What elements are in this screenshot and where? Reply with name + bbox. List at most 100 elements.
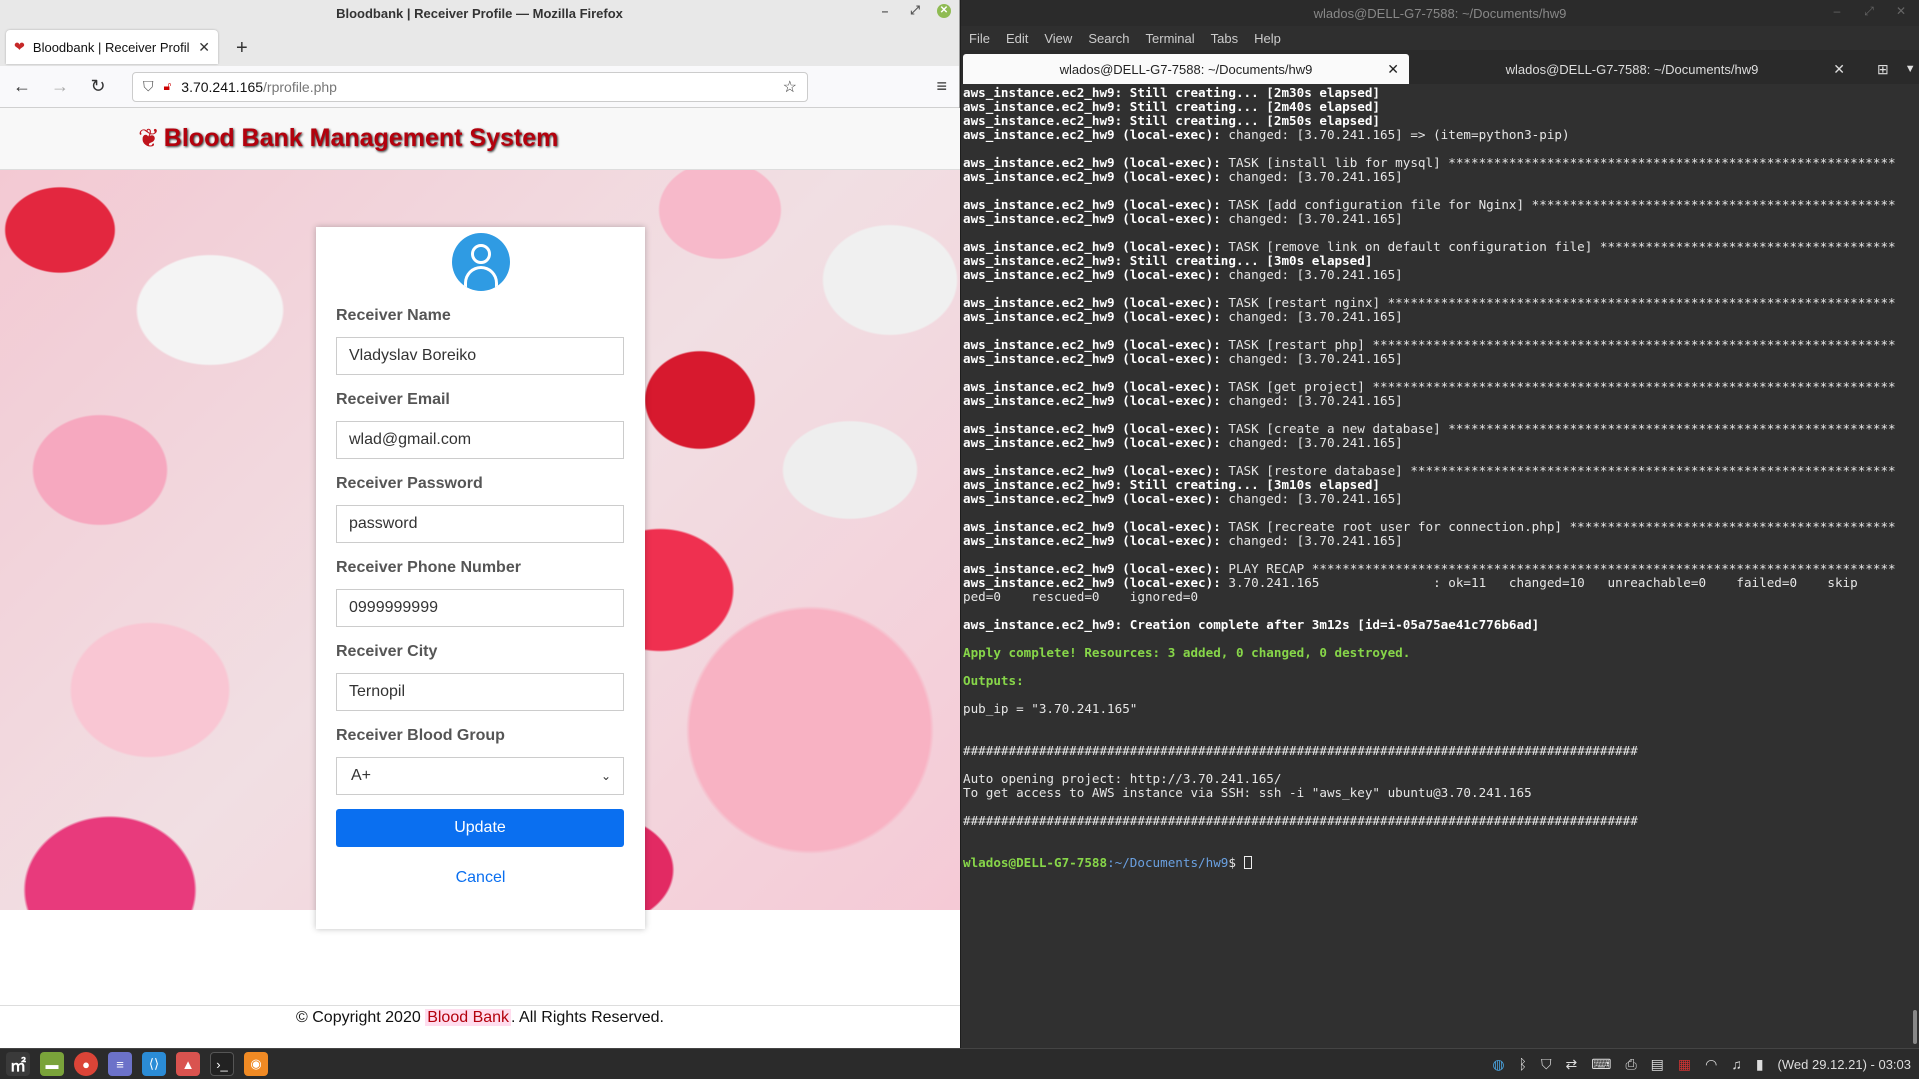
wifi-icon[interactable]: ◠ [1705, 1056, 1717, 1073]
bluetooth-icon[interactable]: ᛒ [1519, 1056, 1527, 1072]
vscode-icon[interactable]: ⟨⟩ [142, 1052, 166, 1076]
terminal-line-text: changed: [3.70.241.165] [1220, 309, 1403, 324]
receiver-password-input[interactable]: password [336, 505, 624, 543]
new-tab-icon[interactable]: + [236, 37, 248, 60]
terminal-tab-label: wlados@DELL-G7-7588: ~/Documents/hw9 [1505, 61, 1759, 77]
files-icon[interactable]: ▬ [40, 1052, 64, 1076]
terminal-line-bold: aws_instance.ec2_hw9: Creation complete … [963, 617, 1540, 632]
receiver-blood-group-label: Receiver Blood Group [336, 727, 505, 744]
notes-icon[interactable]: ≡ [108, 1052, 132, 1076]
receiver-email-input[interactable]: wlad@gmail.com [336, 421, 624, 459]
browser-tab[interactable]: ❤ Bloodbank | Receiver Profile ✕ [6, 30, 218, 64]
close-window-icon[interactable]: ✕ [1893, 4, 1909, 19]
receiver-name-input[interactable]: Vladyslav Boreiko [336, 337, 624, 375]
vpn-icon[interactable]: ⇄ [1565, 1056, 1577, 1073]
favicon-heart-icon: ❤ [14, 39, 25, 54]
copyright-brand-link[interactable]: Blood Bank [425, 1009, 512, 1026]
terminal-line-text: TASK [recreate root user for connection.… [1220, 519, 1896, 534]
minimize-icon[interactable]: – [877, 4, 893, 18]
update-manager-icon[interactable]: ◍ [1492, 1056, 1504, 1073]
terminal-line-text: TASK [create a new database] ***********… [1220, 421, 1896, 436]
terminal-line: aws_instance.ec2_hw9 (local-exec): chang… [963, 310, 1919, 324]
terminal-line-bold: aws_instance.ec2_hw9 (local-exec): [963, 561, 1221, 576]
terminal-line-text: TASK [get project] *********************… [1220, 379, 1896, 394]
terminal-line: aws_instance.ec2_hw9: Still creating... … [963, 114, 1919, 128]
mint-menu-icon[interactable]: ㎡ [6, 1052, 30, 1076]
tab-close-icon[interactable]: ✕ [1387, 61, 1399, 78]
terminal-line-text: 3.70.241.165 : ok=11 changed=10 unreacha… [1220, 575, 1858, 590]
site-header: ❦ Blood Bank Management System [0, 108, 960, 170]
terminal-icon[interactable]: ›_ [210, 1052, 234, 1076]
menu-terminal[interactable]: Terminal [1146, 31, 1195, 46]
terminal-window-title: wlados@DELL-G7-7588: ~/Documents/hw9 [1313, 5, 1567, 21]
terminal-output[interactable]: aws_instance.ec2_hw9: Still creating... … [961, 86, 1919, 1048]
terminal-scrollbar[interactable] [1913, 1010, 1917, 1044]
bookmark-star-icon[interactable]: ☆ [783, 77, 797, 97]
receiver-city-input[interactable]: Ternopil [336, 673, 624, 711]
insecure-lock-icon[interactable]: 🔓︎ [164, 79, 172, 94]
cancel-link[interactable]: Cancel [336, 869, 625, 887]
back-icon[interactable]: ← [12, 76, 32, 97]
receiver-blood-group-select[interactable]: A+ ⌄ [336, 757, 624, 795]
printer-icon[interactable]: ⎙ [1625, 1056, 1636, 1073]
maximize-icon[interactable]: ⤢ [1861, 4, 1877, 19]
firefox-tabbar: ❤ Bloodbank | Receiver Profile ✕ + [0, 26, 959, 66]
receiver-city-label: Receiver City [336, 643, 438, 660]
site-title[interactable]: Blood Bank Management System [164, 124, 559, 153]
terminal-line-bold: aws_instance.ec2_hw9 (local-exec): [963, 351, 1221, 366]
terminal-line-bold: aws_instance.ec2_hw9: Still creating... … [963, 477, 1381, 492]
hamburger-menu-icon[interactable]: ≡ [936, 76, 947, 97]
shield-tray-icon[interactable]: ⛉ [1541, 1056, 1552, 1073]
forward-icon[interactable]: → [50, 76, 70, 97]
tab-close-icon[interactable]: ✕ [1833, 61, 1845, 78]
menu-view[interactable]: View [1044, 31, 1072, 46]
url-bar[interactable]: ⛉ 🔓︎ 3.70.241.165/rprofile.php ☆ [132, 71, 808, 102]
reload-icon[interactable]: ↻ [88, 76, 108, 97]
battery-icon[interactable]: ▮ [1756, 1056, 1764, 1073]
terminal-line-text: changed: [3.70.241.165] [1220, 169, 1403, 184]
menu-edit[interactable]: Edit [1006, 31, 1028, 46]
terminal-line: aws_instance.ec2_hw9 (local-exec): chang… [963, 268, 1919, 282]
terminal-tab-1[interactable]: wlados@DELL-G7-7588: ~/Documents/hw9 ✕ [963, 54, 1409, 84]
terminal-line: ########################################… [963, 814, 1919, 828]
new-tab-icon[interactable]: ⊞ [1877, 61, 1889, 78]
terminal-tab-2[interactable]: wlados@DELL-G7-7588: ~/Documents/hw9 ✕ [1409, 54, 1855, 84]
maximize-icon[interactable]: ⤢ [907, 3, 923, 18]
tabs-menu-chevron-icon[interactable]: ▼ [1905, 63, 1916, 75]
menu-file[interactable]: File [969, 31, 990, 46]
receiver-email-label: Receiver Email [336, 391, 450, 408]
terminal-prompt[interactable]: wlados@DELL-G7-7588:~/Documents/hw9$ [963, 856, 1919, 870]
prompt-symbol: $ [1228, 855, 1244, 870]
close-window-icon[interactable]: ✕ [937, 3, 951, 18]
terminal-line: aws_instance.ec2_hw9 (local-exec): chang… [963, 492, 1919, 506]
minimize-icon[interactable]: – [1829, 4, 1845, 19]
menu-help[interactable]: Help [1254, 31, 1281, 46]
update-button[interactable]: Update [336, 809, 624, 847]
terminal-line: aws_instance.ec2_hw9: Still creating... … [963, 478, 1919, 492]
receiver-phone-input[interactable]: 0999999999 [336, 589, 624, 627]
firefox-window: Bloodbank | Receiver Profile — Mozilla F… [0, 0, 960, 1048]
blood-drop-logo-icon: ❦ [138, 123, 160, 153]
terminal-line-text: changed: [3.70.241.165] [1220, 533, 1403, 548]
terminal-line: aws_instance.ec2_hw9 (local-exec): chang… [963, 128, 1919, 142]
terminal-line-bold: aws_instance.ec2_hw9 (local-exec): [963, 435, 1221, 450]
tab-close-icon[interactable]: ✕ [198, 39, 210, 56]
image-viewer-icon[interactable]: ▲ [176, 1052, 200, 1076]
terminal-line-bold: aws_instance.ec2_hw9 (local-exec): [963, 463, 1221, 478]
sound-icon[interactable]: ♫ [1731, 1056, 1742, 1072]
chrome-icon[interactable]: ● [74, 1052, 98, 1076]
firefox-taskbar-icon[interactable]: ◉ [244, 1052, 268, 1076]
menu-tabs[interactable]: Tabs [1211, 31, 1238, 46]
keyboard-icon[interactable]: ⌨ [1591, 1056, 1611, 1073]
shield-icon[interactable]: ⛉ [143, 78, 154, 95]
firefox-window-title: Bloodbank | Receiver Profile — Mozilla F… [336, 5, 623, 21]
clock[interactable]: (Wed 29.12.21) - 03:03 [1778, 1057, 1911, 1072]
clipboard-icon[interactable]: ▤ [1651, 1056, 1664, 1073]
menu-search[interactable]: Search [1088, 31, 1129, 46]
us-flag-icon[interactable]: ▦ [1678, 1056, 1691, 1073]
